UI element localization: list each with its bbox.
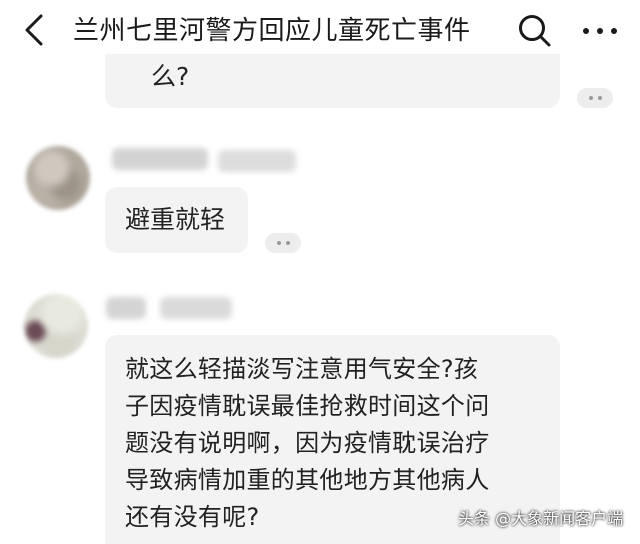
comment-line: 子因疫情耽误最佳抢救时间这个问 <box>125 392 490 420</box>
username-blurred <box>112 148 208 170</box>
dot-icon <box>276 241 281 245</box>
search-icon <box>519 15 551 47</box>
comment-bubble[interactable]: 么? <box>105 54 560 108</box>
comment-text: 么? <box>151 62 190 91</box>
reaction-button[interactable] <box>265 233 301 253</box>
comment-line: 就这么轻描淡写注意用气安全?孩 <box>125 355 479 383</box>
watermark: 头条 @大象新闻客户端 <box>458 509 624 528</box>
comment-line: 导致病情加重的其他地方其他病人 <box>125 466 490 494</box>
page-title: 兰州七里河警方回应儿童死亡事件 <box>73 16 471 46</box>
back-button[interactable] <box>14 10 54 50</box>
chevron-left-icon <box>25 14 43 46</box>
username-blurred <box>106 297 146 319</box>
meta-blurred <box>160 297 232 319</box>
search-button[interactable] <box>515 11 555 51</box>
dot-icon <box>285 241 290 245</box>
avatar[interactable] <box>26 146 90 210</box>
dot-icon <box>597 96 602 100</box>
more-button[interactable] <box>578 11 622 51</box>
reaction-button[interactable] <box>577 88 613 108</box>
comment-line: 题没有说明啊，因为疫情耽误治疗 <box>125 429 490 457</box>
meta-blurred <box>218 150 296 172</box>
more-horizontal-icon <box>583 28 617 34</box>
dot-icon <box>588 96 593 100</box>
comment-bubble[interactable]: 避重就轻 <box>105 187 248 253</box>
comment-text: 避重就轻 <box>125 205 226 234</box>
avatar[interactable] <box>24 294 88 358</box>
